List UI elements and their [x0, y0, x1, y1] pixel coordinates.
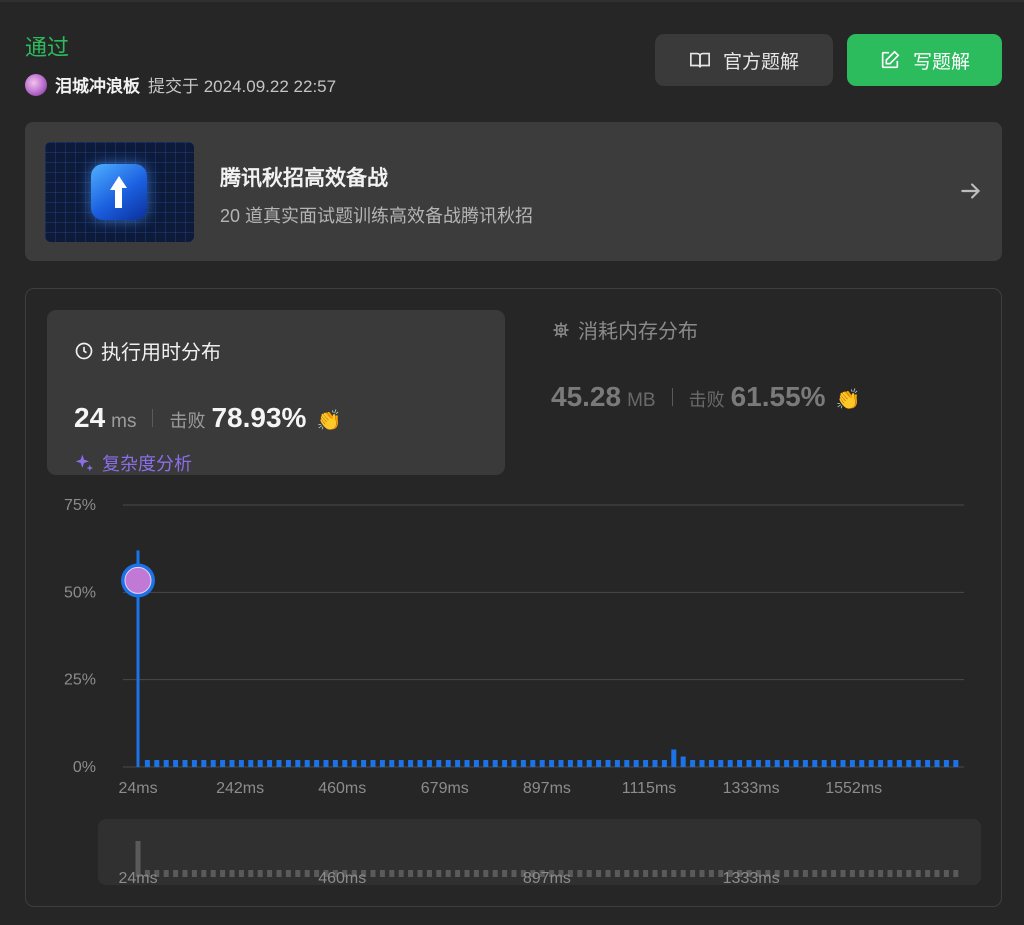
official-solution-button[interactable]: 官方题解 — [655, 34, 833, 86]
scroller-bar — [426, 870, 432, 877]
scroller-bar — [276, 870, 282, 877]
stats-panel: 执行用时分布 24 ms 击败 78.93% 👏 复杂度分析 消耗内存分布 45… — [25, 288, 1002, 907]
scroller-bar — [821, 870, 827, 877]
scroller-bar — [633, 870, 639, 877]
scroller-bar — [925, 870, 931, 877]
scroller-bar — [878, 870, 884, 877]
scroller-bar — [784, 870, 790, 877]
edit-icon — [881, 50, 900, 69]
scroller-bar — [802, 870, 808, 877]
scroller-bar — [896, 870, 902, 877]
scroller-bar — [831, 870, 837, 877]
scroller-bar — [389, 870, 395, 877]
scroller-bar — [285, 870, 291, 877]
scroller-bar — [943, 870, 949, 877]
official-solution-label: 官方题解 — [722, 51, 799, 73]
scroller-bar — [370, 870, 376, 877]
scroller-bar — [511, 870, 517, 877]
promo-banner[interactable]: 腾讯秋招高效备战 20 道真实面试题训练高效备战腾讯秋招 — [25, 122, 1002, 261]
scroller-bar — [436, 870, 442, 877]
scroller-bar — [257, 870, 263, 877]
scroller-bar — [464, 870, 470, 877]
scroller-bar — [191, 870, 197, 877]
scroller-overlay[interactable]: 24ms 460ms 897ms 1333ms — [26, 289, 1001, 906]
scroller-bar — [953, 870, 959, 877]
submission-info: 泪城冲浪板 提交于 2024.09.22 22:57 — [25, 72, 336, 97]
scroller-bar — [295, 870, 301, 877]
scroller-bar — [859, 870, 865, 877]
promo-image — [45, 142, 194, 242]
scroller-bar — [708, 870, 714, 877]
scroller-bar — [887, 870, 893, 877]
scroller-bar — [210, 870, 216, 877]
scroller-bar — [248, 870, 254, 877]
scroller-bar — [163, 870, 169, 877]
scroller-bar — [624, 870, 630, 877]
scroller-bar — [661, 870, 667, 877]
scroller-bar — [229, 870, 235, 877]
scroller-bar — [906, 870, 912, 877]
scroller-bar — [643, 870, 649, 877]
scroller-bar — [915, 870, 921, 877]
scroller-bar — [934, 870, 940, 877]
scroller-bar — [238, 870, 244, 877]
scroller-bar — [812, 870, 818, 877]
scroller-bar — [455, 870, 461, 877]
scroller-bar — [304, 870, 310, 877]
scroller-bar — [699, 870, 705, 877]
avatar[interactable] — [25, 73, 47, 96]
book-icon — [689, 52, 710, 68]
write-solution-label: 写题解 — [912, 51, 970, 73]
scroller-bar — [201, 870, 207, 877]
scroller-bar — [614, 870, 620, 877]
scroller-bar — [408, 870, 414, 877]
promo-subtitle: 20 道真实面试题训练高效备战腾讯秋招 — [220, 206, 534, 226]
tencent-logo-icon — [91, 164, 147, 220]
scroller-bar — [173, 870, 179, 877]
scroller-bar — [492, 870, 498, 877]
scroller-bar — [445, 870, 451, 877]
write-solution-button[interactable]: 写题解 — [847, 34, 1002, 86]
scroller-bar — [840, 870, 846, 877]
scroller-bar — [417, 870, 423, 877]
username-link[interactable]: 泪城冲浪板 — [55, 72, 140, 97]
scroller-bar — [793, 870, 799, 877]
promo-title: 腾讯秋招高效备战 — [220, 167, 388, 190]
scroller-bar — [652, 870, 658, 877]
scroller-bar — [379, 870, 385, 877]
scroller-bar — [267, 870, 273, 877]
scroller-bar — [182, 870, 188, 877]
scroller-bar — [398, 870, 404, 877]
scroller-bar — [690, 870, 696, 877]
scroller-bar — [473, 870, 479, 877]
scroller-bar — [868, 870, 874, 877]
scroller-tick-label: 897ms — [523, 870, 571, 887]
scroller-bar — [605, 870, 611, 877]
submitted-time: 提交于 2024.09.22 22:57 — [148, 77, 337, 96]
scroller-tick-label: 460ms — [318, 870, 366, 887]
scroller-bar — [849, 870, 855, 877]
scroller-bar — [671, 870, 677, 877]
scroller-bar — [220, 870, 226, 877]
scroller-bar — [586, 870, 592, 877]
scroller-tick-label: 1333ms — [723, 870, 780, 887]
scroller-bar — [483, 870, 489, 877]
submission-status: 通过 — [25, 35, 70, 60]
top-divider — [0, 0, 1024, 2]
scroller-bar — [577, 870, 583, 877]
scroller-bar — [502, 870, 508, 877]
scroller-bar — [596, 870, 602, 877]
arrow-right-icon[interactable] — [958, 178, 984, 204]
scroller-bar — [680, 870, 686, 877]
scroller-tick-label: 24ms — [118, 870, 157, 887]
